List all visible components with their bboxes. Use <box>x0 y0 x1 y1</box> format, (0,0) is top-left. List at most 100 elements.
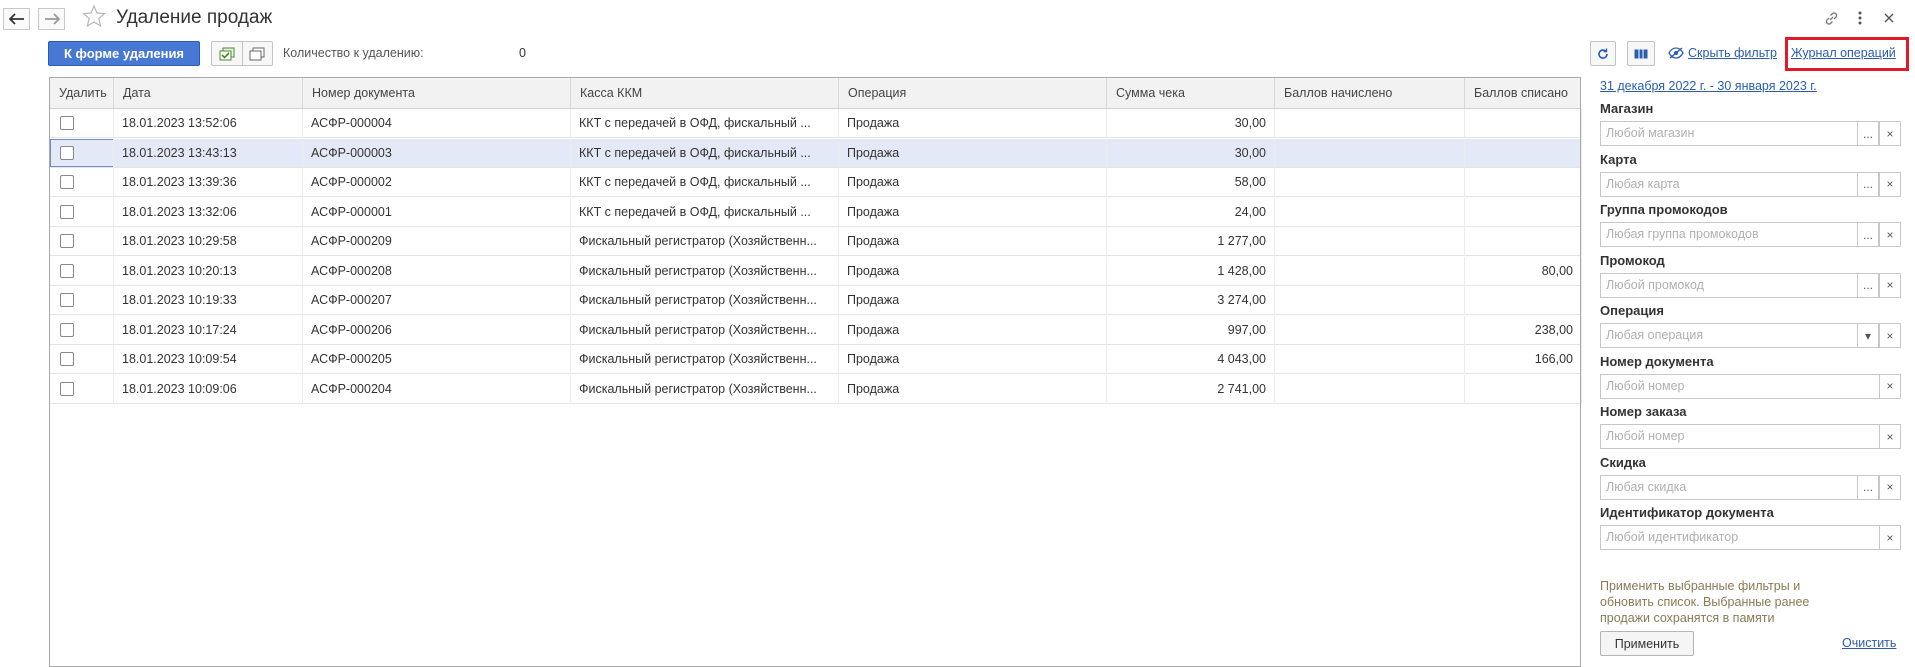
cell-op: Продажа <box>839 197 1107 227</box>
cell-written: 238,00 <box>1465 315 1582 345</box>
delete-checkbox[interactable] <box>60 293 74 307</box>
filter-input[interactable]: Любой номер <box>1600 424 1880 449</box>
cell-op: Продажа <box>839 109 1107 138</box>
choose-button[interactable]: ... <box>1857 474 1879 500</box>
cell-kkm: ККТ с передачей в ОФД, фискальный ... <box>571 168 839 197</box>
cell-op: Продажа <box>839 345 1107 374</box>
clear-link[interactable]: Очистить <box>1842 636 1896 650</box>
column-header-operation[interactable]: Операция <box>839 78 1107 108</box>
cell-sum: 1 277,00 <box>1107 227 1275 256</box>
count-label: Количество к удалению: <box>283 46 424 60</box>
hide-filter-label: Скрыть фильтр <box>1688 46 1777 60</box>
clear-field-button[interactable]: × <box>1879 424 1901 449</box>
choose-button[interactable]: ... <box>1857 121 1879 146</box>
clear-field-button[interactable]: × <box>1879 222 1901 247</box>
delete-checkbox[interactable] <box>60 204 74 219</box>
table-row[interactable]: 18.01.2023 10:09:06 АСФР-000204 Фискальный… <box>50 374 1582 404</box>
eye-hidden-icon <box>1668 47 1684 59</box>
column-header-sum[interactable]: Сумма чека <box>1107 78 1275 108</box>
table-row[interactable]: 18.01.2023 13:43:13 АСФР-000003 ККТ с пере… <box>50 138 1582 168</box>
link-icon <box>1825 11 1837 25</box>
column-header-written-off[interactable]: Баллов списано <box>1465 78 1582 108</box>
back-button[interactable] <box>3 8 30 30</box>
cell-kkm: Фискальный регистратор (Хозяйственн... <box>571 374 839 404</box>
filter-input[interactable]: Любой магазин <box>1600 121 1858 146</box>
delete-cell <box>50 345 114 374</box>
cell-written <box>1465 168 1582 197</box>
cell-sum: 997,00 <box>1107 315 1275 345</box>
check-all-button[interactable] <box>212 42 243 65</box>
cell-date: 18.01.2023 10:19:33 <box>114 286 303 315</box>
table-row[interactable]: 18.01.2023 10:19:33 АСФР-000207 Фискальный… <box>50 286 1582 315</box>
link-button[interactable] <box>1821 8 1841 28</box>
cell-kkm: ККТ с передачей в ОФД, фискальный ... <box>571 197 839 227</box>
period-link[interactable]: 31 декабря 2022 г. - 30 января 2023 г. <box>1600 79 1817 93</box>
favorite-star-icon[interactable] <box>82 4 106 28</box>
table-row[interactable]: 18.01.2023 13:32:06 АСФР-000001 ККТ с пере… <box>50 197 1582 227</box>
uncheck-all-button[interactable] <box>243 42 273 65</box>
cell-accrued <box>1275 138 1465 168</box>
forward-button[interactable] <box>38 8 65 30</box>
cell-op: Продажа <box>839 256 1107 286</box>
clear-field-button[interactable]: × <box>1879 121 1901 146</box>
column-header-accrued[interactable]: Баллов начислено <box>1275 78 1465 108</box>
column-header-kkm[interactable]: Касса ККМ <box>571 78 839 108</box>
apply-button[interactable]: Применить <box>1600 631 1694 656</box>
delete-checkbox[interactable] <box>60 381 74 396</box>
hide-filter-link[interactable]: Скрыть фильтр <box>1668 46 1777 60</box>
filter-input[interactable]: Любой идентификатор <box>1600 525 1880 550</box>
filter-label: Операция <box>1600 303 1664 318</box>
filter-input[interactable]: Любой промокод <box>1600 272 1858 298</box>
cell-written <box>1465 138 1582 168</box>
filter-input[interactable]: Любой номер <box>1600 373 1880 399</box>
cell-doc: АСФР-000208 <box>303 256 571 286</box>
delete-checkbox[interactable] <box>60 322 74 337</box>
delete-cell <box>50 138 114 168</box>
close-button[interactable] <box>1879 8 1899 28</box>
operations-journal-link[interactable]: Журнал операций <box>1791 46 1896 60</box>
cell-date: 18.01.2023 10:17:24 <box>114 315 303 345</box>
delete-checkbox[interactable] <box>60 116 74 130</box>
more-menu-button[interactable] <box>1850 8 1870 28</box>
delete-checkbox[interactable] <box>60 234 74 248</box>
filter-label: Идентификатор документа <box>1600 505 1774 520</box>
filter-input[interactable]: Любая скидка <box>1600 474 1858 500</box>
table-row[interactable]: 18.01.2023 13:52:06 АСФР-000004 ККТ с пере… <box>50 109 1582 138</box>
filter-input[interactable]: Любая группа промокодов <box>1600 222 1858 247</box>
table-row[interactable]: 18.01.2023 10:09:54 АСФР-000205 Фискальный… <box>50 345 1582 374</box>
choose-button[interactable]: ... <box>1857 222 1879 247</box>
table-row[interactable]: 18.01.2023 10:20:13 АСФР-000208 Фискальный… <box>50 256 1582 286</box>
clear-field-button[interactable]: × <box>1879 323 1901 348</box>
refresh-button[interactable] <box>1590 41 1616 66</box>
cell-doc: АСФР-000204 <box>303 374 571 404</box>
filter-input[interactable]: Любая карта <box>1600 171 1858 197</box>
cell-written: 166,00 <box>1465 345 1582 374</box>
cell-op: Продажа <box>839 374 1107 404</box>
clear-field-button[interactable]: × <box>1879 474 1901 500</box>
delete-checkbox[interactable] <box>60 352 74 366</box>
clear-field-button[interactable]: × <box>1879 373 1901 399</box>
delete-cell <box>50 109 114 138</box>
clear-field-button[interactable]: × <box>1879 525 1901 550</box>
delete-cell <box>50 315 114 345</box>
clear-field-button[interactable]: × <box>1879 171 1901 197</box>
dropdown-button[interactable]: ▾ <box>1857 323 1879 348</box>
column-header-doc-number[interactable]: Номер документа <box>303 78 571 108</box>
to-delete-form-button[interactable]: К форме удаления <box>48 41 200 66</box>
choose-button[interactable]: ... <box>1857 171 1879 197</box>
filter-label: Карта <box>1600 151 1637 167</box>
column-header-delete[interactable]: Удалить <box>50 78 114 108</box>
choose-button[interactable]: ... <box>1857 272 1879 298</box>
table-row[interactable]: 18.01.2023 13:39:36 АСФР-000002 ККТ с пере… <box>50 168 1582 197</box>
columns-button[interactable] <box>1627 41 1655 66</box>
clear-field-button[interactable]: × <box>1879 272 1901 298</box>
table-row[interactable]: 18.01.2023 10:29:58 АСФР-000209 Фискальный… <box>50 227 1582 256</box>
cell-doc: АСФР-000002 <box>303 168 571 197</box>
column-header-date[interactable]: Дата <box>114 78 303 108</box>
filter-input[interactable]: Любая операция <box>1600 323 1858 348</box>
cell-sum: 24,00 <box>1107 197 1275 227</box>
delete-checkbox[interactable] <box>60 263 74 278</box>
delete-checkbox[interactable] <box>60 175 74 189</box>
table-row[interactable]: 18.01.2023 10:17:24 АСФР-000206 Фискальный… <box>50 315 1582 345</box>
cell-written: 80,00 <box>1465 256 1582 286</box>
